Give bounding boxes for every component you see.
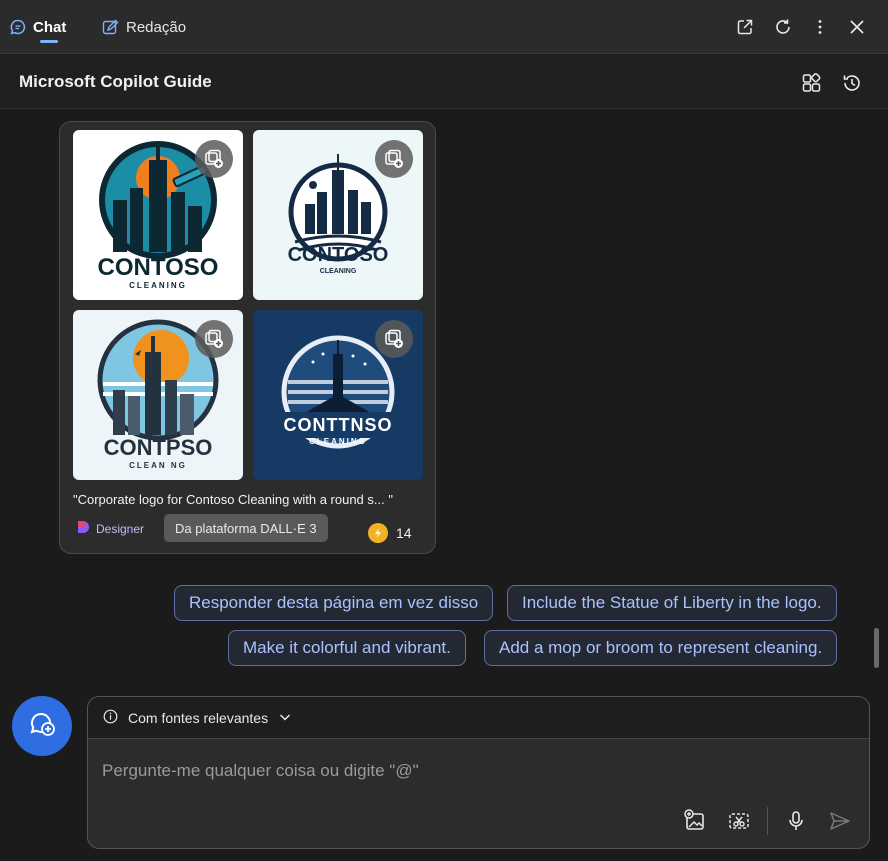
edit-image-icon[interactable]: [195, 140, 233, 178]
tab-redacao[interactable]: Redação: [102, 16, 186, 38]
suggestion-chip[interactable]: Responder desta página em vez disso: [174, 585, 494, 621]
close-icon[interactable]: [846, 16, 868, 38]
generated-image-1[interactable]: CONTOSO CLEANING: [73, 130, 243, 300]
image-prompt-caption: "Corporate logo for Contoso Cleaning wit…: [73, 492, 393, 507]
logo-sub-text-2: CLEANING: [320, 268, 357, 275]
boost-coin-icon: [368, 523, 388, 543]
logo-sub-text-3: CLEAN NG: [129, 461, 187, 470]
suggestion-chip[interactable]: Add a mop or broom to represent cleaning…: [484, 630, 838, 666]
sources-dropdown[interactable]: Com fontes relevantes: [103, 709, 292, 727]
edit-image-icon[interactable]: [195, 320, 233, 358]
logo-brand-text-2: CONTOSO: [288, 244, 389, 266]
add-image-icon[interactable]: [682, 808, 708, 834]
edit-image-icon[interactable]: [375, 140, 413, 178]
logo-brand-text-3: CONTPSO: [104, 435, 213, 460]
page-title: Microsoft Copilot Guide: [19, 72, 212, 91]
active-tab-indicator: [40, 40, 58, 43]
designer-label: Designer: [96, 521, 145, 536]
more-icon[interactable]: [809, 16, 831, 38]
history-icon[interactable]: [840, 71, 864, 95]
tab-redacao-label: Redação: [126, 18, 187, 36]
suggestion-chip[interactable]: Include the Statue of Liberty in the log…: [507, 585, 837, 621]
tab-chat-label: Chat: [33, 18, 67, 36]
microphone-icon[interactable]: [783, 808, 809, 834]
edit-image-icon[interactable]: [375, 320, 413, 358]
logo-sub-text-4: CLEANING: [309, 437, 367, 446]
chat-input[interactable]: Pergunte-me qualquer coisa ou digite "@": [102, 761, 419, 781]
platform-badge: Da plataforma DALL·E 3: [164, 514, 328, 542]
logo-brand-text-4: CONTTNSO: [284, 415, 393, 435]
sources-label: Com fontes relevantes: [128, 710, 269, 726]
refresh-icon[interactable]: [772, 16, 794, 38]
boost-count: 14: [396, 525, 412, 541]
open-external-icon[interactable]: [734, 16, 756, 38]
generated-image-2[interactable]: CONTOSO CLEANING: [253, 130, 423, 300]
compose-icon: [102, 19, 119, 36]
image-result-card: CONTOSO CLEANING CONTOSO CLEANING CONTPS…: [59, 121, 436, 554]
scrollbar-thumb[interactable]: [874, 628, 879, 668]
screenshot-icon[interactable]: [726, 808, 752, 834]
toolbar-divider: [767, 807, 768, 835]
generated-image-3[interactable]: CONTPSO CLEAN NG: [73, 310, 243, 480]
generated-image-4[interactable]: CONTTNSO CLEANING: [253, 310, 423, 480]
plugins-icon[interactable]: [800, 71, 824, 95]
chevron-down-icon: [278, 710, 292, 727]
send-icon[interactable]: [827, 808, 853, 834]
logo-brand-text-1: CONTOSO: [98, 254, 219, 281]
tab-chat[interactable]: Chat: [10, 16, 67, 43]
composer-options-bar: Com fontes relevantes: [88, 697, 869, 739]
top-tab-bar: Chat Redação: [0, 0, 888, 54]
designer-link[interactable]: Designer: [75, 519, 144, 538]
designer-logo-icon: [75, 519, 91, 538]
chat-icon: [10, 19, 26, 35]
info-icon: [103, 709, 118, 727]
header: Microsoft Copilot Guide: [0, 55, 888, 109]
suggestion-chip[interactable]: Make it colorful and vibrant.: [228, 630, 466, 666]
chat-composer: Com fontes relevantes Pergunte-me qualqu…: [87, 696, 870, 849]
new-chat-button[interactable]: [12, 696, 72, 756]
new-chat-icon: [28, 710, 56, 743]
logo-sub-text-1: CLEANING: [129, 281, 187, 290]
